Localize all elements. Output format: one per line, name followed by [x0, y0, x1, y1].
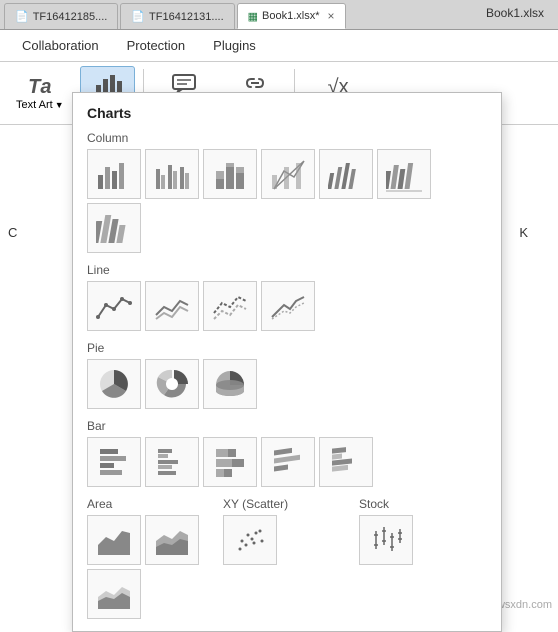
chart-bar-3[interactable]: [203, 437, 257, 487]
area-label: Area: [87, 497, 215, 511]
xlsx-icon: ▦: [248, 10, 258, 23]
chart-column-5[interactable]: [319, 149, 373, 199]
chart-bar-5[interactable]: [319, 437, 373, 487]
chart-scatter-1[interactable]: [223, 515, 277, 565]
cell-k: K: [519, 225, 528, 240]
text-art-icon: Tа: [28, 75, 51, 99]
xy-label: XY (Scatter): [223, 497, 351, 511]
bottom-sections: Area XY (Scatter): [87, 497, 487, 619]
chart-pie-1[interactable]: [87, 359, 141, 409]
tab-tf1[interactable]: 📄 TF16412185....: [4, 3, 118, 29]
chart-area-3[interactable]: [87, 569, 141, 619]
area-grid: [87, 515, 215, 619]
chart-line-1[interactable]: [87, 281, 141, 331]
chart-line-3[interactable]: [203, 281, 257, 331]
column-grid: [87, 149, 487, 253]
xy-section: XY (Scatter): [223, 497, 351, 619]
bar-section: Bar: [87, 419, 487, 487]
stock-label: Stock: [359, 497, 487, 511]
tab-collaboration[interactable]: Collaboration: [8, 30, 113, 61]
stock-grid: [359, 515, 487, 565]
chart-pie-2[interactable]: [145, 359, 199, 409]
ribbon-tabs: Collaboration Protection Plugins: [0, 30, 558, 62]
file-title: Book1.xlsx: [472, 0, 558, 26]
charts-popup: Charts Column: [72, 92, 502, 632]
column-label: Column: [87, 131, 487, 145]
pie-section: Pie: [87, 341, 487, 409]
column-section: Column: [87, 131, 487, 253]
tab-protection[interactable]: Protection: [113, 30, 200, 61]
pie-grid: [87, 359, 487, 409]
tab-bar: 📄 TF16412185.... 📄 TF16412131.... ▦ Book…: [0, 0, 558, 30]
chart-area-2[interactable]: [145, 515, 199, 565]
line-grid: [87, 281, 487, 331]
tab-plugins[interactable]: Plugins: [199, 30, 270, 61]
chart-column-6[interactable]: [377, 149, 431, 199]
line-label: Line: [87, 263, 487, 277]
chart-pie-3[interactable]: [203, 359, 257, 409]
chart-column-2[interactable]: [145, 149, 199, 199]
tab-book1-label: Book1.xlsx*: [262, 10, 319, 22]
chart-column-3[interactable]: [203, 149, 257, 199]
chart-column-1[interactable]: [87, 149, 141, 199]
chart-column-7[interactable]: [87, 203, 141, 253]
area-section: Area: [87, 497, 215, 619]
charts-title: Charts: [87, 105, 487, 121]
pie-label: Pie: [87, 341, 487, 355]
tab-tf2-label: TF16412131....: [149, 11, 224, 23]
chart-line-2[interactable]: [145, 281, 199, 331]
chart-column-4[interactable]: [261, 149, 315, 199]
chart-area-1[interactable]: [87, 515, 141, 565]
xy-grid: [223, 515, 351, 565]
doc-icon-2: 📄: [131, 10, 145, 23]
text-art-button[interactable]: Tа Text Art ▼: [8, 71, 72, 115]
chart-bar-1[interactable]: [87, 437, 141, 487]
tab-tf1-label: TF16412185....: [33, 11, 108, 23]
close-icon[interactable]: ×: [328, 9, 335, 23]
stock-section: Stock: [359, 497, 487, 619]
chart-bar-4[interactable]: [261, 437, 315, 487]
chart-line-4[interactable]: [261, 281, 315, 331]
bar-grid: [87, 437, 487, 487]
chart-stock-1[interactable]: [359, 515, 413, 565]
text-art-arrow: ▼: [55, 100, 64, 110]
bar-label: Bar: [87, 419, 487, 433]
tab-book1[interactable]: ▦ Book1.xlsx* ×: [237, 3, 346, 29]
tab-tf2[interactable]: 📄 TF16412131....: [120, 3, 234, 29]
watermark: wsxdn.com: [497, 599, 552, 611]
doc-icon: 📄: [15, 10, 29, 23]
cell-c: C: [8, 225, 17, 240]
chart-bar-2[interactable]: [145, 437, 199, 487]
line-section: Line: [87, 263, 487, 331]
text-art-label: Text Art ▼: [16, 99, 64, 111]
